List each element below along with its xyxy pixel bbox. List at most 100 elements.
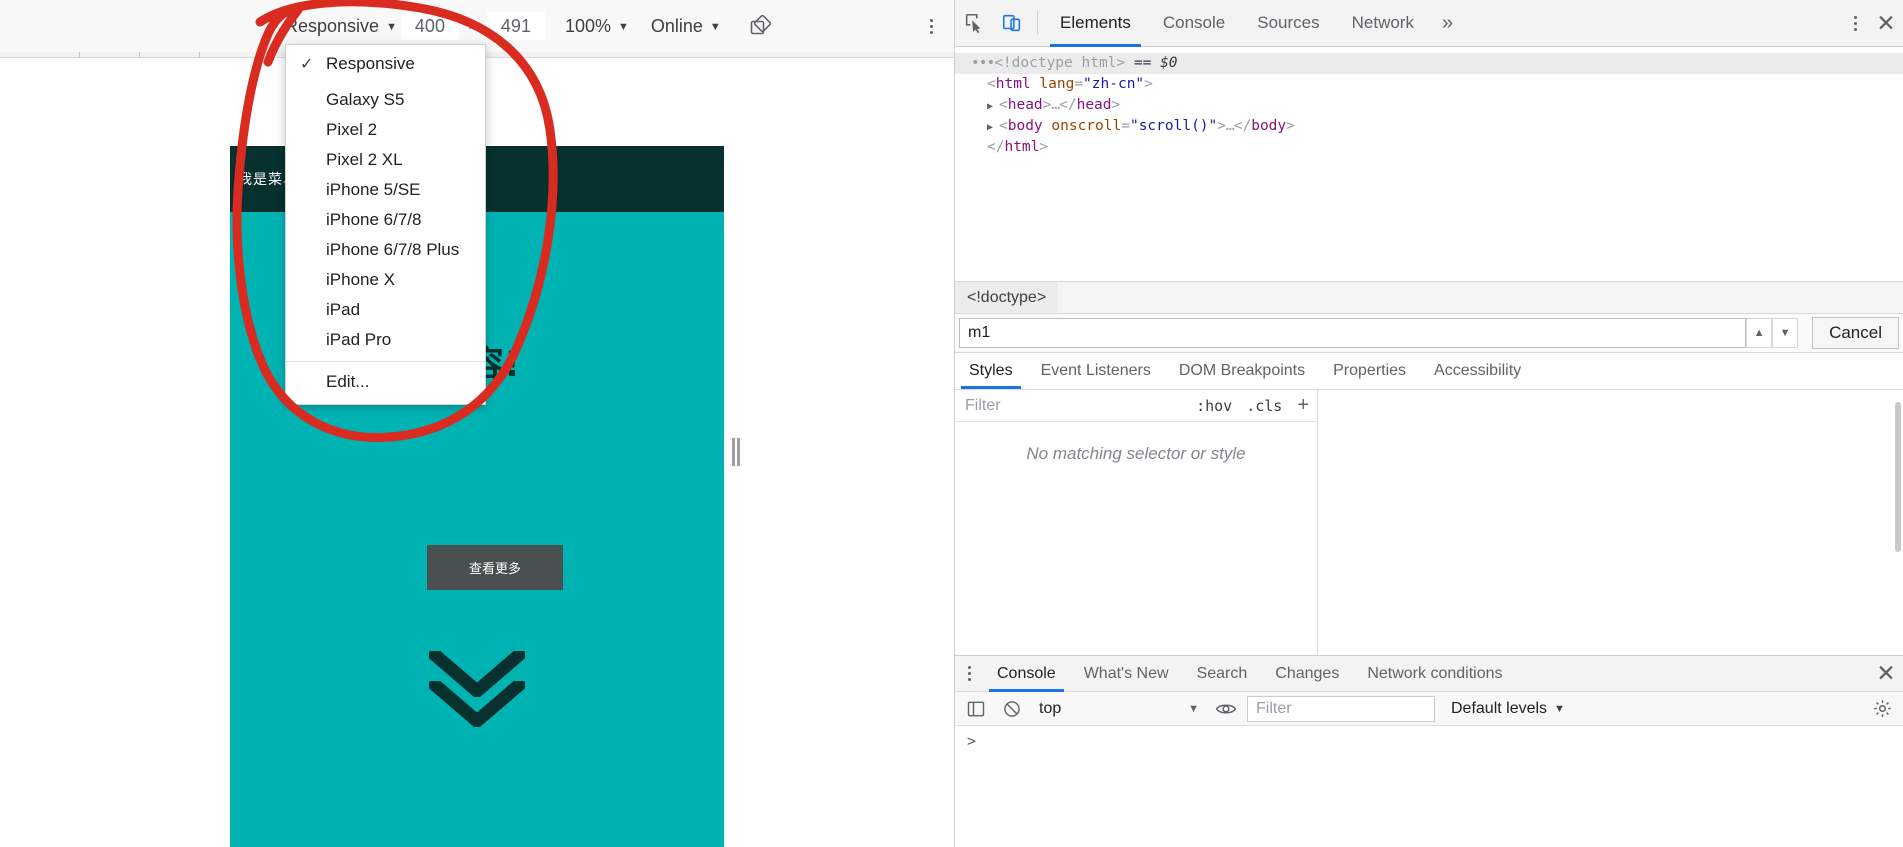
- console-settings-icon[interactable]: [1867, 694, 1897, 724]
- styles-filter-input[interactable]: [955, 392, 1190, 419]
- network-throttling-label: Online: [650, 15, 703, 36]
- emulated-viewport-pane: 我是菜单 的容! 查看更多 Resp: [0, 0, 954, 847]
- console-levels-select[interactable]: Default levels ▼: [1451, 700, 1565, 718]
- new-style-rule-button[interactable]: +: [1289, 394, 1317, 417]
- dom-html-tag: html: [995, 76, 1031, 92]
- console-context-label: top: [1039, 699, 1062, 717]
- dom-search-input[interactable]: [959, 318, 1747, 348]
- dimension-separator: ×: [467, 16, 478, 35]
- chevron-up-icon[interactable]: ▲: [1746, 318, 1773, 348]
- tab-styles[interactable]: Styles: [955, 353, 1027, 389]
- drawer-more-icon[interactable]: [955, 657, 983, 691]
- dom-body-tag: body: [1007, 118, 1043, 134]
- tab-sources[interactable]: Sources: [1241, 0, 1335, 47]
- device-toolbar-more-icon[interactable]: [918, 12, 944, 40]
- dom-head-close-tag: head: [1076, 97, 1112, 113]
- toolbar-divider: [1037, 11, 1038, 35]
- dom-tree: •••<!doctype html> == $0 <html lang="zh-…: [955, 47, 1903, 281]
- drawer-tab-whats-new[interactable]: What's New: [1070, 656, 1183, 692]
- network-throttling-select[interactable]: Online ▼: [647, 14, 725, 39]
- device-menu-item-iphone-5-se[interactable]: iPhone 5/SE: [286, 175, 485, 205]
- device-menu-item-iphone-x[interactable]: iPhone X: [286, 265, 485, 295]
- inspect-element-icon[interactable]: [955, 4, 993, 42]
- dom-body-attr-value: "scroll()": [1129, 118, 1218, 134]
- computed-side-column: [1318, 390, 1903, 655]
- device-menu-item-ipad[interactable]: iPad: [286, 295, 485, 325]
- drawer-tab-console[interactable]: Console: [983, 656, 1070, 692]
- chevron-down-icon: ▼: [709, 20, 721, 33]
- device-menu-item-pixel-2-xl[interactable]: Pixel 2 XL: [286, 145, 485, 175]
- devtools-header: Elements Console Sources Network » ✕: [955, 0, 1903, 47]
- tab-elements[interactable]: Elements: [1044, 0, 1147, 47]
- expand-triangle-icon[interactable]: ▶: [987, 96, 999, 117]
- dom-collapse-dots[interactable]: •••: [971, 55, 995, 71]
- device-menu-item-galaxy-s5[interactable]: Galaxy S5: [286, 85, 485, 115]
- dom-row-html[interactable]: <html lang="zh-cn">: [955, 74, 1903, 95]
- chevron-down-icon: ▼: [1554, 703, 1565, 715]
- console-toolbar: top ▼ Default levels ▼: [955, 692, 1903, 726]
- dom-doctype-text: <!doctype html>: [994, 55, 1126, 71]
- dom-body-ellipsis: …: [1226, 118, 1235, 134]
- device-menu-item-pixel-2[interactable]: Pixel 2: [286, 115, 485, 145]
- device-menu-item-responsive[interactable]: Responsive: [286, 49, 485, 79]
- dom-html-close-tag: html: [1004, 139, 1040, 155]
- scroll-down-chevrons[interactable]: [230, 651, 724, 727]
- rotate-icon[interactable]: [747, 13, 773, 39]
- device-preset-menu: Responsive Galaxy S5 Pixel 2 Pixel 2 XL …: [285, 44, 486, 405]
- device-menu-item-ipad-pro[interactable]: iPad Pro: [286, 325, 485, 355]
- drawer-tab-search[interactable]: Search: [1183, 656, 1262, 692]
- chevron-down-icon: ▼: [386, 20, 397, 33]
- tab-network[interactable]: Network: [1336, 0, 1430, 47]
- zoom-select[interactable]: 100% ▼: [561, 14, 633, 39]
- live-expression-icon[interactable]: [1211, 694, 1241, 724]
- dom-breadcrumb: <!doctype>: [955, 281, 1903, 313]
- console-levels-label: Default levels: [1451, 699, 1548, 717]
- dom-row-head[interactable]: ▶ <head>…</head>: [955, 95, 1903, 116]
- show-console-sidebar-icon[interactable]: [961, 694, 991, 724]
- styles-pane: :hov .cls + No matching selector or styl…: [955, 390, 1903, 655]
- close-devtools-icon[interactable]: ✕: [1869, 6, 1903, 40]
- dom-row-html-close[interactable]: </html>: [955, 137, 1903, 158]
- cancel-button[interactable]: Cancel: [1812, 317, 1899, 349]
- dom-row-doctype[interactable]: •••<!doctype html> == $0: [955, 53, 1903, 74]
- devtools-panel: Elements Console Sources Network » ✕ •••…: [954, 0, 1903, 847]
- tab-properties[interactable]: Properties: [1319, 353, 1420, 389]
- more-tabs-icon[interactable]: »: [1430, 12, 1465, 35]
- screen: 我是菜单 的容! 查看更多 Resp: [0, 0, 1903, 847]
- device-menu-item-edit[interactable]: Edit...: [286, 368, 485, 398]
- drawer-tab-network-conditions[interactable]: Network conditions: [1353, 656, 1516, 692]
- device-menu-item-iphone-6-7-8[interactable]: iPhone 6/7/8: [286, 205, 485, 235]
- dom-row-body[interactable]: ▶ <body onscroll="scroll()">…</body>: [955, 116, 1903, 137]
- hov-toggle-button[interactable]: :hov: [1189, 397, 1239, 415]
- styles-scrollbar[interactable]: [1895, 402, 1901, 552]
- console-output[interactable]: >: [955, 726, 1903, 847]
- breadcrumb-item-doctype[interactable]: <!doctype>: [955, 282, 1059, 313]
- viewport-resize-handle[interactable]: [731, 438, 741, 466]
- tab-accessibility[interactable]: Accessibility: [1420, 353, 1535, 389]
- expand-triangle-icon-2[interactable]: ▶: [987, 117, 999, 138]
- devtools-settings-icon[interactable]: [1841, 6, 1869, 40]
- device-menu-item-iphone-6-7-8-plus[interactable]: iPhone 6/7/8 Plus: [286, 235, 485, 265]
- console-context-select[interactable]: top ▼: [1033, 696, 1205, 722]
- tab-console[interactable]: Console: [1147, 0, 1241, 47]
- device-preset-select[interactable]: Responsive ▼: [281, 14, 401, 39]
- tab-event-listeners[interactable]: Event Listeners: [1027, 353, 1165, 389]
- dom-head-tag: head: [1007, 97, 1043, 113]
- console-filter-input[interactable]: [1247, 695, 1435, 722]
- styles-left-column: :hov .cls + No matching selector or styl…: [955, 390, 1318, 655]
- clear-console-icon[interactable]: [997, 694, 1027, 724]
- page-cta-button[interactable]: 查看更多: [427, 545, 563, 590]
- tab-dom-breakpoints[interactable]: DOM Breakpoints: [1165, 353, 1319, 389]
- dom-html-attr-value: "zh-cn": [1083, 76, 1145, 92]
- viewport-height-input[interactable]: [486, 12, 545, 40]
- device-toolbar-icon[interactable]: [993, 4, 1031, 42]
- close-drawer-icon[interactable]: ✕: [1869, 657, 1903, 691]
- device-preset-label: Responsive: [285, 15, 380, 36]
- dom-html-attr-name: lang: [1039, 76, 1075, 92]
- console-prompt: >: [967, 732, 977, 750]
- drawer-tab-bar: Console What's New Search Changes Networ…: [955, 656, 1903, 692]
- drawer-tab-changes[interactable]: Changes: [1261, 656, 1353, 692]
- chevron-down-icon[interactable]: ▼: [1772, 318, 1799, 348]
- cls-toggle-button[interactable]: .cls: [1239, 397, 1289, 415]
- viewport-width-input[interactable]: [400, 12, 459, 40]
